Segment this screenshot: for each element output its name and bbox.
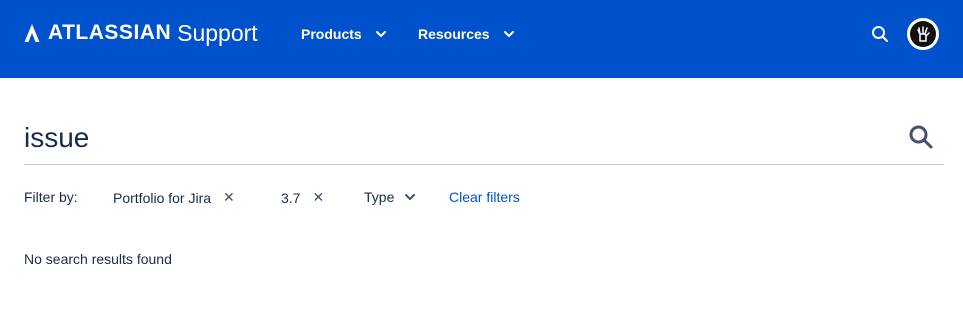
filter-type-dropdown[interactable]: Type (364, 189, 416, 205)
nav-products-menu[interactable]: Products (301, 24, 388, 44)
close-icon[interactable]: ✕ (312, 189, 324, 206)
search-bar (24, 110, 944, 165)
close-icon[interactable]: ✕ (223, 189, 235, 206)
atlassian-support-logo[interactable]: ATLASSIAN Support (24, 20, 258, 46)
brand-name: ATLASSIAN (48, 21, 172, 44)
search-icon[interactable] (871, 25, 889, 43)
nav-resources-label: Resources (418, 26, 490, 42)
hand-icon (917, 26, 930, 42)
clear-filters-link[interactable]: Clear filters (449, 189, 520, 205)
filter-chip-label: 3.7 (281, 189, 301, 206)
filter-chip-label: Portfolio for Jira (113, 189, 212, 206)
filter-chip-version[interactable]: 3.7 ✕ (281, 189, 324, 206)
filter-type-label: Type (364, 189, 395, 205)
chevron-down-icon (375, 31, 386, 37)
search-icon[interactable] (908, 124, 934, 150)
product-name: Support (177, 20, 258, 46)
atlassian-logo-icon (24, 24, 40, 42)
no-results-message: No search results found (24, 251, 172, 267)
user-avatar-icon (910, 21, 936, 47)
filter-chip-product[interactable]: Portfolio for Jira ✕ (113, 189, 235, 206)
nav-products-label: Products (301, 26, 362, 42)
filter-by-label: Filter by: (24, 189, 78, 205)
nav-resources-menu[interactable]: Resources (418, 24, 516, 44)
filter-bar: Filter by: Portfolio for Jira ✕ 3.7 ✕ Ty… (24, 189, 944, 207)
chevron-down-icon (503, 31, 514, 37)
search-input[interactable] (24, 120, 884, 156)
top-navigation-bar: ATLASSIAN Support Products Resources (0, 0, 963, 78)
user-avatar[interactable] (907, 18, 939, 50)
chevron-down-icon (405, 194, 416, 200)
